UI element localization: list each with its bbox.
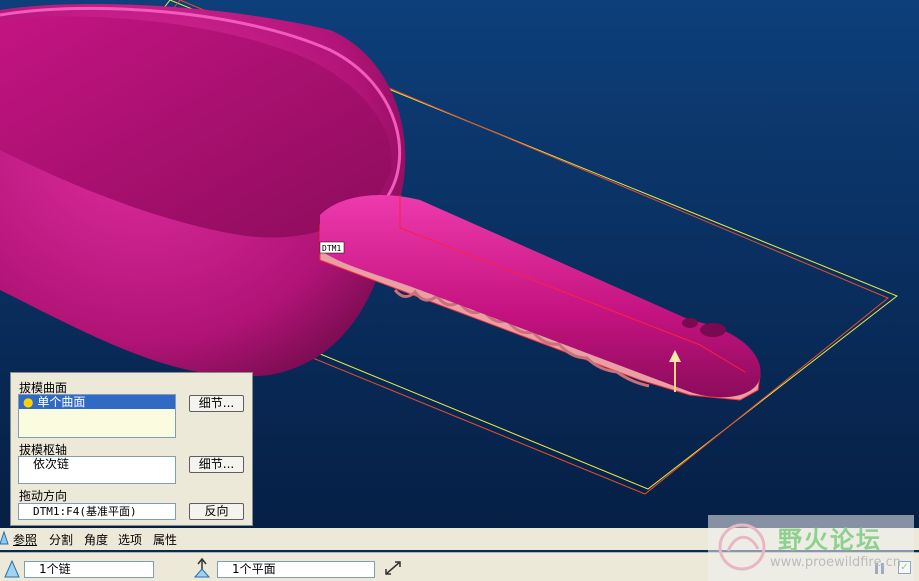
pull-direction-field[interactable]: DTM1:F4(基准平面) — [18, 503, 176, 520]
tab-references[interactable]: 参照 — [13, 531, 37, 548]
flip-pull-direction-icon[interactable] — [383, 559, 403, 577]
draft-surface-item-label: 单个曲面 — [37, 395, 86, 409]
pull-direction-label: 拖动方向 — [19, 489, 68, 503]
draft-hinge-item[interactable]: 依次链 — [19, 457, 175, 471]
hang-hole — [700, 323, 726, 337]
draft-surfaces-field[interactable]: 1个链 — [24, 561, 154, 578]
watermark-url: www.proewildfire.cn — [770, 555, 901, 570]
draft-surface-collector-icon — [4, 559, 20, 578]
forum-watermark: 野火论坛 www.proewildfire.cn — [708, 515, 914, 581]
watermark-logo-icon — [718, 523, 766, 571]
draft-surfaces-collector[interactable]: ● 单个曲面 — [18, 394, 176, 438]
tab-splits[interactable]: 分割 — [49, 531, 73, 548]
hang-hole — [682, 318, 698, 328]
draft-hinge-field[interactable]: 1个平面 — [217, 561, 375, 578]
draft-hinges-detail-button[interactable]: 细节... — [189, 456, 244, 473]
tab-angles[interactable]: 角度 — [84, 531, 108, 548]
draft-references-panel: 拔模曲面 ● 单个曲面 细节... 拔模枢轴 依次链 细节... 拖动方向 DT… — [10, 372, 253, 526]
draft-surface-item[interactable]: ● 单个曲面 — [19, 395, 175, 409]
selected-bullet-icon: ● — [23, 395, 34, 409]
flip-direction-button[interactable]: 反向 — [189, 503, 244, 520]
draft-hinge-icon — [193, 557, 211, 578]
datum-tag-label: DTM1 — [322, 244, 341, 253]
draft-feature-icon — [0, 530, 9, 545]
tab-options[interactable]: 选项 — [118, 531, 142, 548]
draft-hinges-collector[interactable]: 依次链 — [18, 456, 176, 484]
draft-surfaces-detail-button[interactable]: 细节... — [189, 395, 244, 412]
tab-properties[interactable]: 属性 — [153, 531, 177, 548]
watermark-text: 野火论坛 — [778, 526, 882, 554]
